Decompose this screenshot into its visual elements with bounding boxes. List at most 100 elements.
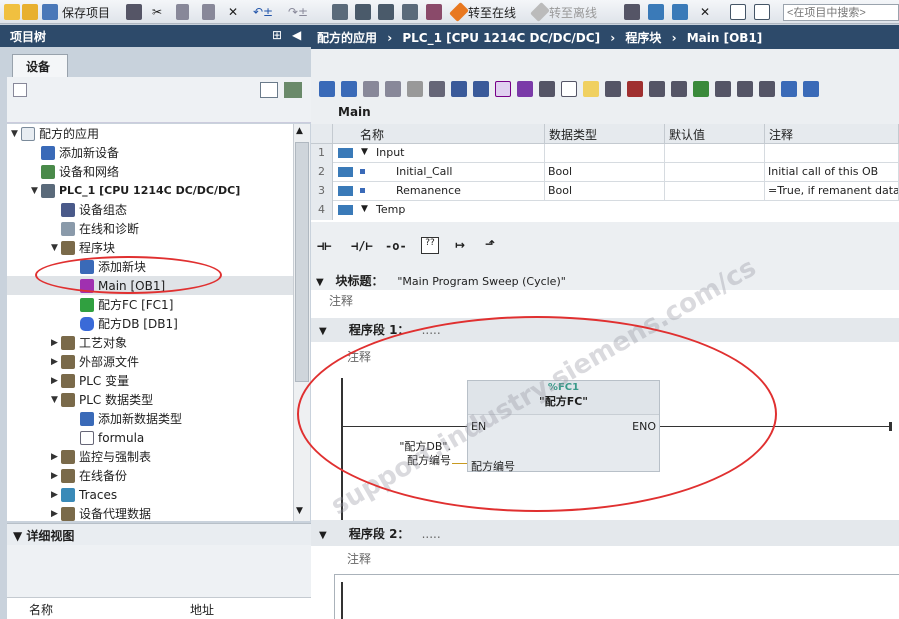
close-branch-icon[interactable]: ⬏ bbox=[485, 237, 495, 251]
tree-item-project[interactable]: ▼ 配方的应用 bbox=[11, 124, 99, 143]
go-offline-button[interactable]: 转至离线 bbox=[530, 2, 597, 22]
tree-item-watch-tables[interactable]: ▶ 监控与强制表 bbox=[51, 447, 151, 466]
cell-comment[interactable] bbox=[765, 144, 899, 163]
project-search-input[interactable] bbox=[783, 4, 899, 21]
open-project-icon[interactable] bbox=[22, 3, 38, 21]
tree-item-program-blocks[interactable]: ▼ 程序块 bbox=[51, 238, 115, 257]
tree-item-plc1[interactable]: ▼ PLC_1 [CPU 1214C DC/DC/DC] bbox=[31, 181, 240, 200]
coil-icon[interactable]: -o- bbox=[385, 239, 407, 253]
print-icon[interactable] bbox=[126, 3, 142, 21]
tree-item-fc1[interactable]: 配方FC [FC1] bbox=[80, 295, 173, 314]
empty-box-icon[interactable]: ?? bbox=[421, 237, 439, 254]
scroll-down-icon[interactable]: ▼ bbox=[296, 506, 303, 516]
copy-icon[interactable] bbox=[176, 3, 189, 21]
cross-ref-icon[interactable] bbox=[648, 3, 664, 21]
download-icon[interactable] bbox=[355, 3, 371, 21]
scroll-thumb[interactable] bbox=[295, 142, 309, 382]
paste-icon[interactable] bbox=[202, 3, 215, 21]
insert-row-icon[interactable] bbox=[363, 81, 379, 97]
tree-item-device-config[interactable]: 设备组态 bbox=[51, 200, 127, 219]
call-hierarchy-icon[interactable] bbox=[759, 81, 775, 97]
upload-icon[interactable] bbox=[378, 3, 394, 21]
lines-icon[interactable] bbox=[561, 81, 577, 97]
expand-all-icon[interactable] bbox=[429, 81, 445, 97]
cell-type[interactable]: Bool bbox=[545, 163, 665, 182]
collapse-all-icon[interactable] bbox=[451, 81, 467, 97]
monitor-on-icon[interactable] bbox=[715, 81, 731, 97]
overview-icon[interactable] bbox=[260, 82, 278, 98]
stop-cpu-icon[interactable] bbox=[426, 3, 442, 21]
goto-next-icon[interactable] bbox=[649, 81, 665, 97]
cell-name[interactable]: Temp bbox=[373, 201, 545, 220]
scroll-up-icon[interactable]: ▲ bbox=[296, 126, 303, 136]
cell-default[interactable] bbox=[665, 163, 765, 182]
breadcrumb-main[interactable]: Main [OB1] bbox=[687, 31, 763, 45]
add-row-icon[interactable] bbox=[385, 81, 401, 97]
split-vertical-icon[interactable] bbox=[754, 3, 770, 21]
new-item-icon[interactable] bbox=[13, 83, 27, 97]
collapse-icon[interactable]: ▼ bbox=[316, 277, 324, 288]
cell-comment[interactable]: =True, if remanent data bbox=[765, 182, 899, 201]
goto-error-icon[interactable] bbox=[605, 81, 621, 97]
tab-devices[interactable]: 设备 bbox=[12, 54, 68, 77]
sync-icon[interactable] bbox=[284, 82, 302, 98]
breadcrumb-plc[interactable]: PLC_1 [CPU 1214C DC/DC/DC] bbox=[402, 31, 600, 45]
accessible-devices-icon[interactable] bbox=[624, 3, 640, 21]
cell-comment[interactable]: Initial call of this OB bbox=[765, 163, 899, 182]
header-name[interactable]: 名称 bbox=[333, 124, 545, 144]
tree-item-proxy-data[interactable]: ▶ 设备代理数据 bbox=[51, 504, 151, 521]
cell-type[interactable] bbox=[545, 144, 665, 163]
breadcrumb-program-blocks[interactable]: 程序块 bbox=[625, 31, 661, 45]
monitor-toggle-icon[interactable] bbox=[781, 81, 797, 97]
collapse-icon[interactable]: ▼ bbox=[13, 529, 26, 543]
sync-block-icon[interactable] bbox=[671, 81, 687, 97]
delete-icon[interactable]: ✕ bbox=[228, 3, 238, 21]
cell-name[interactable]: Input bbox=[373, 144, 545, 163]
table-row[interactable]: 1 ▼ Input bbox=[311, 144, 899, 163]
call-env-icon[interactable] bbox=[737, 81, 753, 97]
comments-icon[interactable] bbox=[495, 81, 511, 97]
collapse-panel-icon[interactable]: ◀ bbox=[292, 28, 301, 42]
tree-item-traces[interactable]: ▶ Traces bbox=[51, 485, 117, 504]
monitor-icon[interactable] bbox=[672, 3, 688, 21]
breadcrumb-project[interactable]: 配方的应用 bbox=[317, 31, 377, 45]
new-project-icon[interactable] bbox=[4, 3, 20, 21]
tree-item-online-diag[interactable]: 在线和诊断 bbox=[51, 219, 139, 238]
compare-icon[interactable] bbox=[693, 81, 709, 97]
cell-default[interactable] bbox=[665, 182, 765, 201]
detail-view-header[interactable]: ▼ 详细视图 bbox=[7, 523, 311, 545]
header-default[interactable]: 默认值 bbox=[665, 124, 765, 144]
absolute-icon[interactable] bbox=[517, 81, 533, 97]
header-datatype[interactable]: 数据类型 bbox=[545, 124, 665, 144]
split-horizontal-icon[interactable] bbox=[730, 3, 746, 21]
tree-item-devices-networks[interactable]: 设备和网络 bbox=[31, 162, 119, 181]
tree-item-plc-types[interactable]: ▼ PLC 数据类型 bbox=[51, 390, 153, 409]
table-row[interactable]: 3 Remanence Bool =True, if remanent data bbox=[311, 182, 899, 201]
network-2-area[interactable] bbox=[334, 574, 899, 619]
tree-item-formula[interactable]: formula bbox=[80, 428, 144, 447]
header-comment[interactable]: 注释 bbox=[765, 124, 899, 144]
cell-name[interactable]: Initial_Call bbox=[393, 163, 545, 182]
nc-contact-icon[interactable]: ⊣/⊢ bbox=[351, 239, 373, 253]
tree-item-plc-tags[interactable]: ▶ PLC 变量 bbox=[51, 371, 129, 390]
undo-icon[interactable]: ↶± bbox=[253, 3, 273, 21]
close-icon[interactable]: ✕ bbox=[700, 3, 710, 21]
tree-item-add-device[interactable]: 添加新设备 bbox=[31, 143, 119, 162]
column-name[interactable]: 名称 bbox=[29, 601, 53, 618]
table-row[interactable]: 4 ▼ Temp bbox=[311, 201, 899, 220]
delete-network-icon[interactable] bbox=[341, 81, 357, 97]
tree-item-online-backups[interactable]: ▶ 在线备份 bbox=[51, 466, 127, 485]
goto-prev-icon[interactable] bbox=[627, 81, 643, 97]
cut-icon[interactable]: ✂ bbox=[152, 3, 162, 21]
block-title-row[interactable]: ▼ 块标题： "Main Program Sweep (Cycle)" bbox=[311, 270, 899, 290]
tree-item-tech-objects[interactable]: ▶ 工艺对象 bbox=[51, 333, 127, 352]
table-row[interactable]: 2 Initial_Call Bool Initial call of this… bbox=[311, 163, 899, 182]
go-online-button[interactable]: 转至在线 bbox=[449, 2, 516, 22]
tree-item-add-type[interactable]: 添加新数据类型 bbox=[80, 409, 182, 428]
expand-icon[interactable]: ▼ bbox=[361, 147, 368, 157]
network-2-dots[interactable]: ..... bbox=[422, 527, 441, 541]
favorites-icon[interactable] bbox=[583, 81, 599, 97]
cell-default[interactable] bbox=[665, 144, 765, 163]
compile-icon[interactable] bbox=[332, 3, 348, 21]
cell-name[interactable]: Remanence bbox=[393, 182, 545, 201]
